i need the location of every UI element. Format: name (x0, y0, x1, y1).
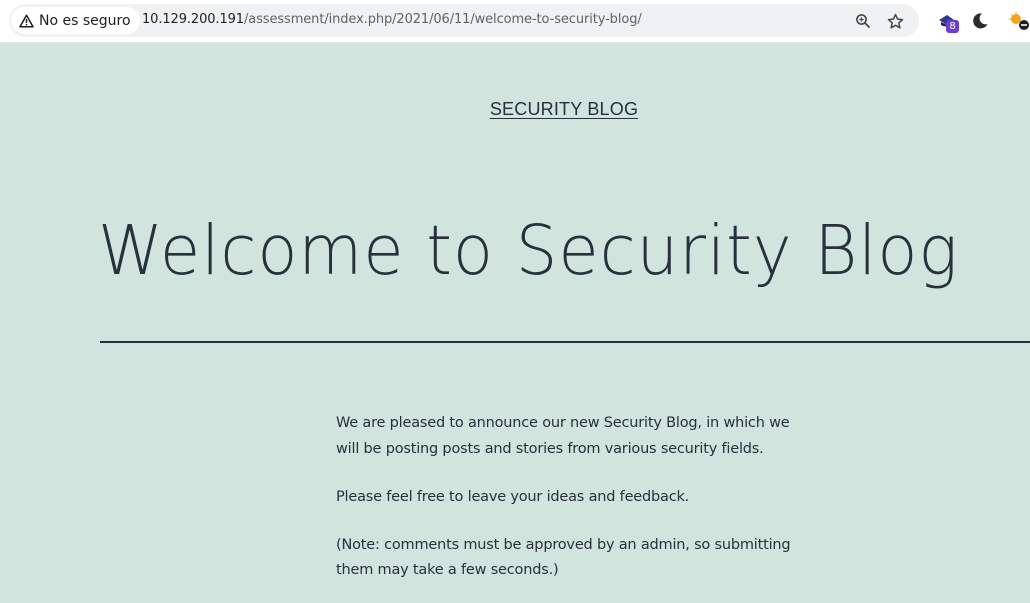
browser-toolbar: No es seguro 10.129.200.191/assessment/i… (0, 0, 1030, 43)
post-content: We are pleased to announce our new Secur… (336, 411, 796, 603)
post-title: Welcome to Security Blog (98, 211, 959, 291)
extension-icon (1007, 10, 1029, 32)
extension-button-2[interactable] (1004, 7, 1030, 35)
url-host: 10.129.200.191 (142, 12, 244, 27)
url-path: /assessment/index.php/2021/06/11/welcome… (243, 12, 642, 27)
post-paragraph: (Note: comments must be approved by an a… (336, 536, 791, 579)
url-text[interactable]: 10.129.200.191/assessment/index.php/2021… (142, 12, 642, 27)
zoom-icon[interactable] (851, 9, 875, 33)
post-paragraph: Please feel free to leave your ideas and… (336, 488, 690, 505)
extension-button[interactable]: 8 (932, 7, 960, 35)
address-bar[interactable]: No es seguro 10.129.200.191/assessment/i… (9, 4, 919, 37)
title-divider (100, 341, 1030, 343)
security-indicator[interactable]: No es seguro (11, 7, 140, 34)
web-page: SECURITY BLOG Welcome to Security Blog W… (0, 43, 1030, 603)
bookmark-star-icon[interactable] (883, 9, 907, 33)
post-paragraph: We are pleased to announce our new Secur… (336, 415, 790, 457)
extension-badge: 8 (946, 20, 959, 33)
site-title-link[interactable]: SECURITY BLOG (0, 99, 1030, 120)
warning-icon (19, 14, 34, 28)
dark-mode-icon (971, 12, 989, 30)
dark-mode-button[interactable] (966, 7, 994, 35)
security-label: No es seguro (39, 12, 131, 29)
